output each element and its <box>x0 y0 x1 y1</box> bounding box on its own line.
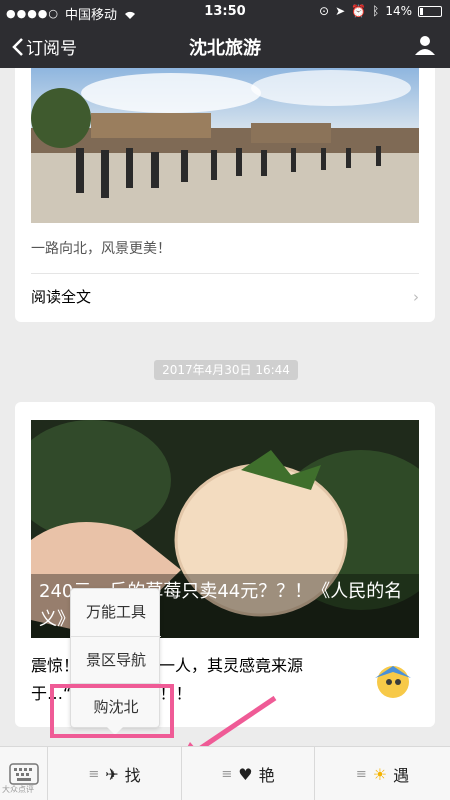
menu-item-navigation[interactable]: 景区导航 <box>71 636 161 682</box>
menu-icon: ≡ <box>88 766 100 782</box>
battery-icon <box>418 5 442 17</box>
profile-button[interactable] <box>414 34 436 60</box>
divider <box>31 273 419 274</box>
lock-rotation-icon: ⊙ <box>319 4 330 18</box>
highlight-box <box>50 684 174 738</box>
read-full-label: 阅读全文 <box>31 288 92 306</box>
battery-percent: 14% <box>385 4 412 18</box>
tab-label: 找 <box>124 766 141 785</box>
location-icon: ➤ <box>335 4 346 18</box>
bottom-bar: ≡ ✈ 找 ≡ ♥ 艳 ≡ ☀ 遇 <box>0 746 450 800</box>
tab-meet[interactable]: ≡ ☀ 遇 <box>315 747 450 800</box>
menu-icon: ≡ <box>355 766 367 782</box>
menu-icon: ≡ <box>221 766 233 782</box>
read-full-link[interactable]: 阅读全文 › <box>31 286 419 310</box>
person-icon <box>415 36 435 55</box>
tab-label: 艳 <box>258 766 275 785</box>
menu-item-tools[interactable]: 万能工具 <box>71 589 161 635</box>
chevron-right-icon: › <box>413 288 419 306</box>
timestamp-badge: 2017年4月30日 16:44 <box>154 360 298 380</box>
tab-beauty[interactable]: ≡ ♥ 艳 <box>182 747 315 800</box>
plane-icon: ✈ <box>105 764 119 784</box>
status-bar: ●●●●○ 中国移动 13:50 ⊙ ➤ ⏰ ᛒ 14% <box>0 0 450 24</box>
heart-icon: ♥ <box>238 764 253 784</box>
alarm-icon: ⏰ <box>351 4 367 18</box>
bluetooth-icon: ᛒ <box>372 4 380 18</box>
tab-find[interactable]: ≡ ✈ 找 <box>48 747 182 800</box>
article-card-1[interactable]: 一路向北，风景更美！ 阅读全文 › <box>15 68 435 322</box>
article-image-crowd <box>31 68 419 223</box>
page-title: 沈北旅游 <box>189 38 261 59</box>
status-right: ⊙ ➤ ⏰ ᛒ 14% <box>319 4 442 18</box>
nav-bar: 订阅号 沈北旅游 <box>0 24 450 68</box>
tab-label: 遇 <box>393 766 410 785</box>
article-caption: 一路向北，风景更美！ <box>31 241 171 257</box>
watermark: 大众点评 <box>2 785 34 794</box>
keyboard-icon <box>9 763 39 785</box>
sun-icon: ☀ <box>372 764 388 784</box>
article-thumbnail <box>367 652 419 704</box>
